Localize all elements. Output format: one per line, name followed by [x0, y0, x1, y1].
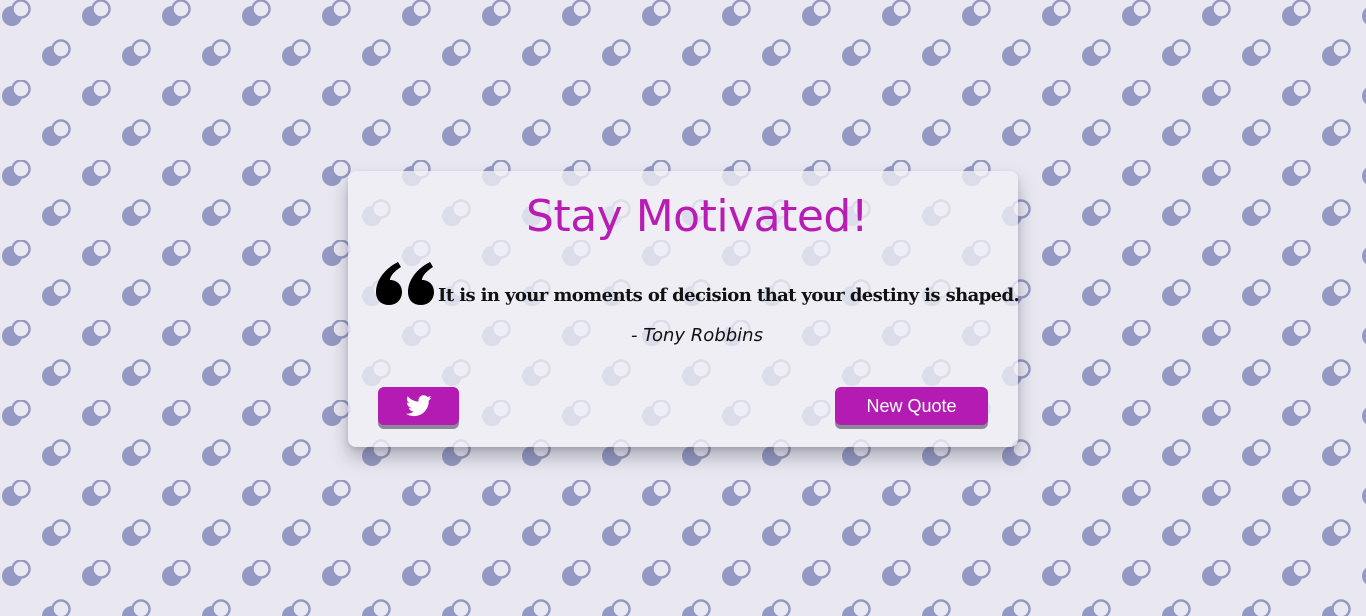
new-quote-button[interactable]: New Quote — [835, 387, 988, 425]
quote-text: It is in your moments of decision that y… — [438, 285, 1020, 306]
quote-author: - Tony Robbins — [631, 325, 763, 346]
tweet-button[interactable] — [378, 387, 459, 425]
page-title: Stay Motivated! — [526, 191, 868, 242]
quote-card: Stay Motivated! It is in your moments of… — [348, 171, 1020, 447]
twitter-icon — [405, 395, 432, 417]
quote-mark-icon — [376, 262, 434, 305]
